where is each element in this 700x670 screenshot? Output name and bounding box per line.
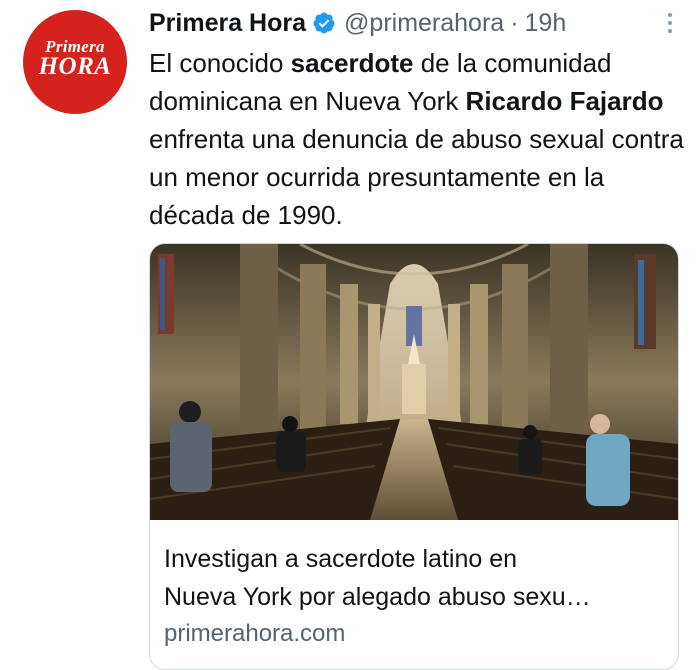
card-title-line: Investigan a sacerdote latino en [164, 545, 518, 573]
link-preview-card[interactable]: Investigan a sacerdote latino en Nueva Y… [149, 243, 679, 670]
cathedral-interior-image [150, 244, 678, 520]
tweet-header: Primera Hora @primerahora · 19h [149, 8, 680, 38]
logo-text-hora: HORA [38, 53, 112, 80]
card-domain[interactable]: primerahora.com [164, 620, 345, 648]
tweet-text: El conocido sacerdote de la comunidad do… [149, 44, 689, 234]
card-title-line: Nueva York por alegado abuso sexu… [164, 583, 591, 611]
more-options-icon[interactable] [660, 8, 680, 38]
tweet-text-segment: El conocido [149, 48, 291, 78]
card-title[interactable]: Investigan a sacerdote latino en Nueva Y… [164, 540, 664, 616]
separator-dot: · [510, 8, 519, 37]
profile-avatar[interactable]: Primera HORA [23, 10, 127, 114]
verified-badge-icon [313, 12, 335, 34]
tweet-text-bold: Ricardo Fajardo [465, 86, 664, 116]
tweet-text-bold: sacerdote [290, 48, 414, 78]
tweet-text-segment: enfrenta una denuncia de abuso sexual co… [149, 124, 684, 230]
account-name[interactable]: Primera Hora [149, 9, 306, 38]
tweet-timestamp[interactable]: 19h [525, 9, 567, 38]
account-handle[interactable]: @primerahora [344, 9, 504, 38]
